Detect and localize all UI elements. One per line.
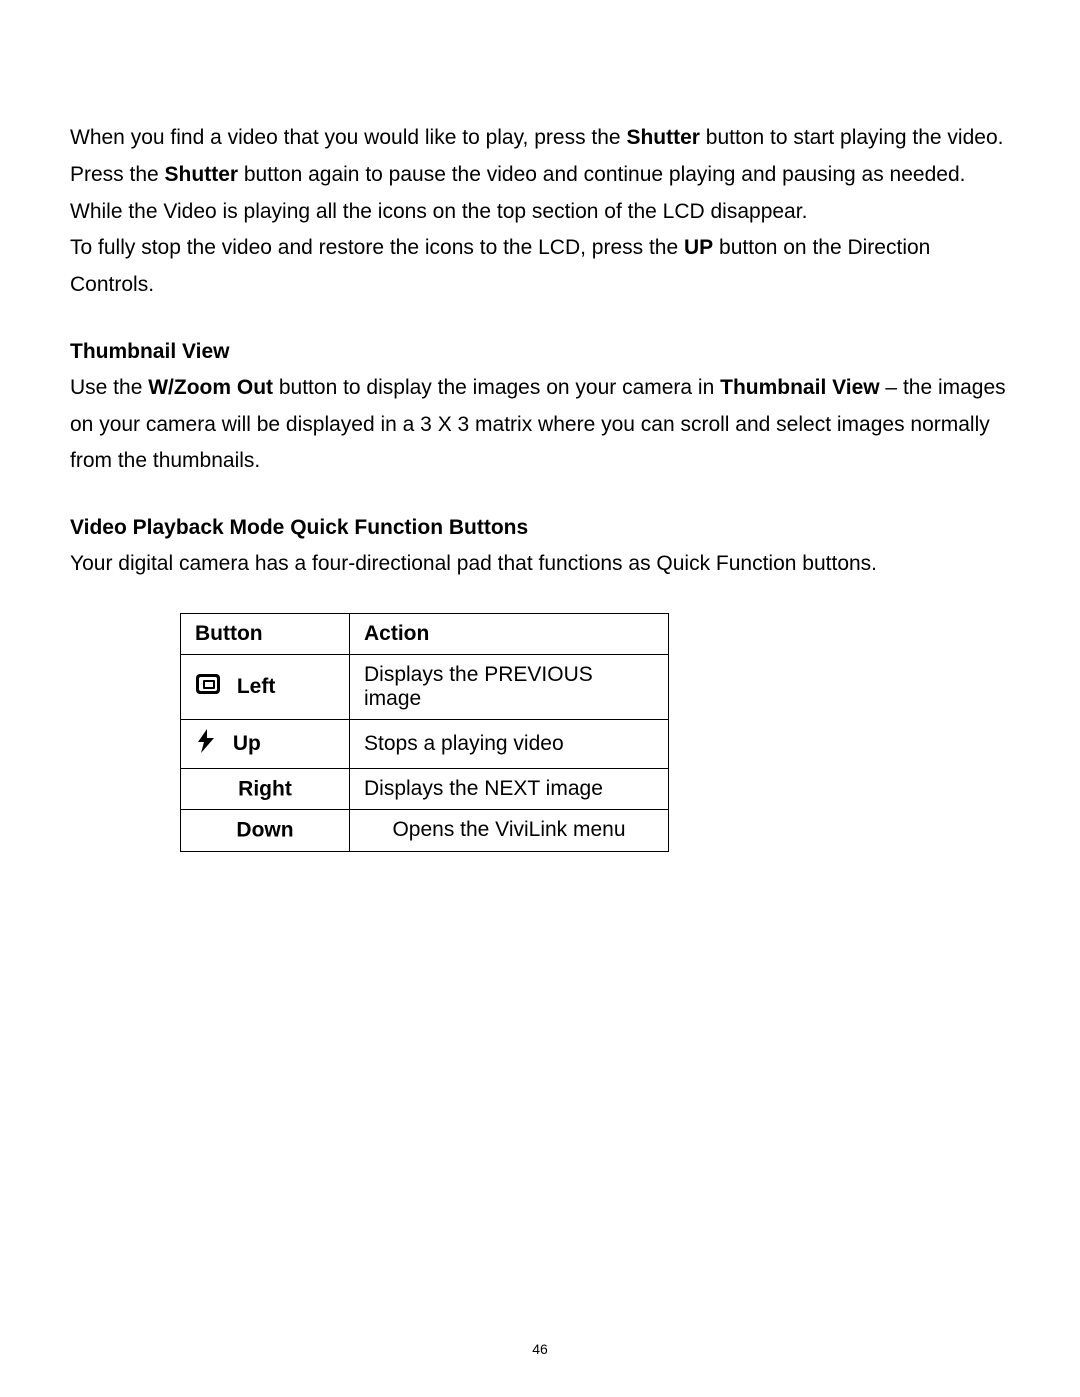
bold-thumbnail-view: Thumbnail View bbox=[720, 376, 879, 399]
text: button again to pause the video and cont… bbox=[238, 163, 965, 186]
table-row: Down Opens the ViviLink menu bbox=[181, 810, 669, 851]
header-button: Button bbox=[181, 613, 350, 654]
paragraph-play-video: When you find a video that you would lik… bbox=[70, 120, 1010, 157]
bold-shutter: Shutter bbox=[165, 163, 239, 186]
quick-function-table: Button Action Left Displays the PREVIOUS… bbox=[180, 613, 669, 852]
label-up: Up bbox=[233, 732, 261, 755]
text: When you find a video that you would lik… bbox=[70, 126, 626, 149]
paragraph-icons-disappear: While the Video is playing all the icons… bbox=[70, 194, 1010, 231]
text: button to display the images on your cam… bbox=[273, 376, 720, 399]
cell-action-left: Displays the PREVIOUS image bbox=[350, 654, 669, 719]
heading-quick-function-buttons: Video Playback Mode Quick Function Butto… bbox=[70, 516, 1010, 540]
cell-action-up: Stops a playing video bbox=[350, 719, 669, 768]
cell-button-up: Up bbox=[181, 719, 350, 768]
text: Press the bbox=[70, 163, 165, 186]
bold-shutter: Shutter bbox=[626, 126, 700, 149]
table-header-row: Button Action bbox=[181, 613, 669, 654]
table-row: Left Displays the PREVIOUS image bbox=[181, 654, 669, 719]
cell-button-left: Left bbox=[181, 654, 350, 719]
scene-icon bbox=[195, 673, 221, 701]
flash-icon bbox=[195, 728, 217, 760]
header-action: Action bbox=[350, 613, 669, 654]
cell-action-right: Displays the NEXT image bbox=[350, 768, 669, 809]
bold-wzoomout: W/Zoom Out bbox=[148, 376, 273, 399]
paragraph-quick-function-intro: Your digital camera has a four-direction… bbox=[70, 546, 1010, 583]
paragraph-pause-video: Press the Shutter button again to pause … bbox=[70, 157, 1010, 194]
label-left: Left bbox=[237, 675, 276, 698]
label-right: Right bbox=[238, 777, 292, 800]
label-down: Down bbox=[236, 819, 293, 842]
paragraph-stop-video: To fully stop the video and restore the … bbox=[70, 230, 1010, 304]
table-row: Right Displays the NEXT image bbox=[181, 768, 669, 809]
table-row: Up Stops a playing video bbox=[181, 719, 669, 768]
cell-action-down: Opens the ViviLink menu bbox=[350, 810, 669, 851]
text: button to start playing the video. bbox=[700, 126, 1004, 149]
text: Use the bbox=[70, 376, 148, 399]
cell-button-down: Down bbox=[181, 810, 350, 851]
cell-button-right: Right bbox=[181, 768, 350, 809]
document-page: When you find a video that you would lik… bbox=[0, 0, 1080, 1397]
bold-up: UP bbox=[684, 236, 713, 259]
text: To fully stop the video and restore the … bbox=[70, 236, 684, 259]
paragraph-thumbnail-view: Use the W/Zoom Out button to display the… bbox=[70, 370, 1010, 480]
heading-thumbnail-view: Thumbnail View bbox=[70, 340, 1010, 364]
page-number: 46 bbox=[0, 1341, 1080, 1357]
